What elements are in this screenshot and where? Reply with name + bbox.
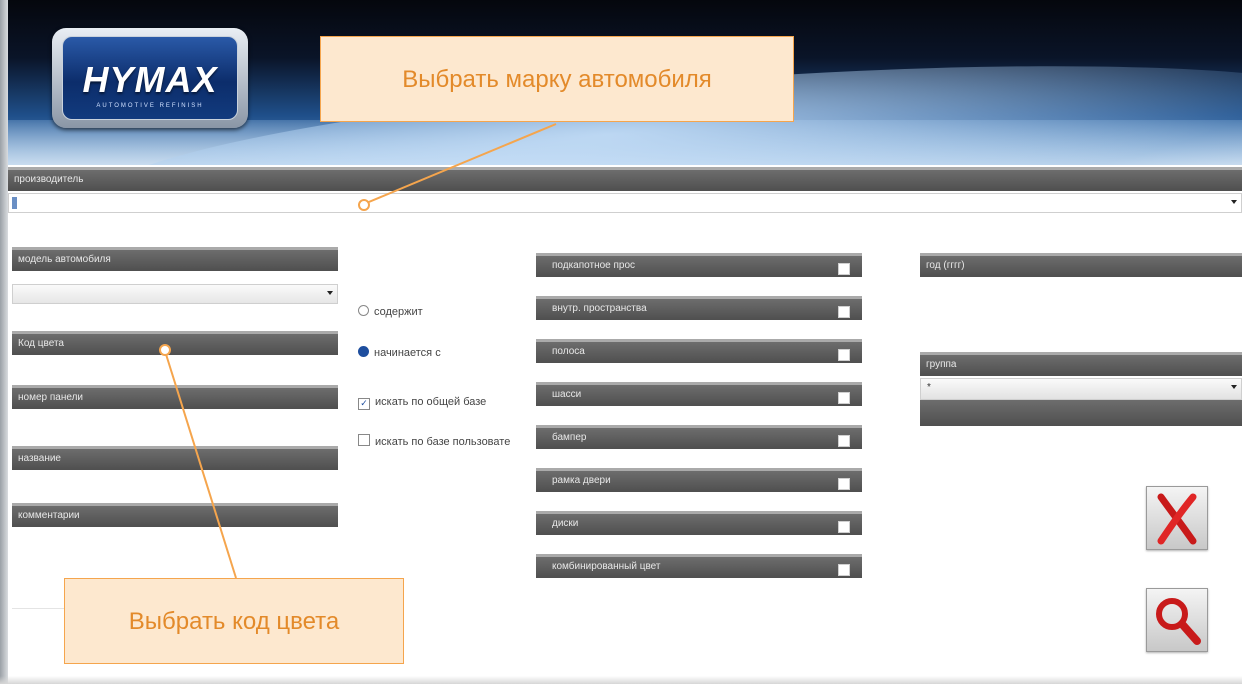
year-label: год (гггг) (926, 260, 965, 271)
color-code-label: Код цвета (18, 338, 64, 349)
chevron-down-icon (327, 291, 333, 295)
group-select[interactable]: * (920, 378, 1242, 400)
feature-row[interactable]: бампер (536, 425, 862, 449)
checkbox-icon (838, 564, 850, 576)
radio-selected-icon (358, 346, 369, 357)
feature-label: комбинированный цвет (552, 561, 661, 572)
logo-text: HYMAX (82, 59, 218, 100)
search-common-checkbox[interactable]: ✓ искать по общей базе (358, 396, 486, 410)
feature-row[interactable]: диски (536, 511, 862, 535)
contains-radio[interactable]: содержит (358, 305, 423, 318)
color-code-input[interactable] (12, 356, 338, 382)
search-button[interactable] (1146, 588, 1208, 652)
checkbox-icon (838, 263, 850, 275)
name-input[interactable] (12, 471, 338, 501)
manufacturer-header: производитель (8, 167, 1242, 191)
checkbox-icon (838, 478, 850, 490)
callout-choose-make: Выбрать марку автомобиля (320, 36, 794, 122)
comments-label: комментарии (18, 510, 80, 521)
close-x-icon (1157, 493, 1197, 545)
name-header: название (12, 446, 338, 470)
group-header: группа (920, 352, 1242, 376)
window-edge (0, 0, 8, 684)
callout-choose-make-text: Выбрать марку автомобиля (402, 66, 712, 93)
starts-with-label: начинается с (374, 347, 441, 359)
color-code-header: Код цвета (12, 331, 338, 355)
checkbox-icon (838, 435, 850, 447)
feature-label: диски (552, 518, 579, 529)
feature-row[interactable]: полоса (536, 339, 862, 363)
search-user-label: искать по базе пользовате (375, 436, 511, 448)
callout-choose-color: Выбрать код цвета (64, 578, 404, 664)
name-label: название (18, 453, 61, 464)
chevron-down-icon (1231, 385, 1237, 389)
logo-badge: HYMAX AUTOMOTIVE REFINISH (62, 36, 238, 120)
model-header: модель автомобиля (12, 247, 338, 271)
group-footer-bar (920, 400, 1242, 426)
panel-number-input[interactable] (12, 410, 338, 444)
search-common-label: искать по общей базе (375, 396, 487, 408)
year-header: год (гггг) (920, 253, 1242, 277)
feature-row[interactable]: рамка двери (536, 468, 862, 492)
feature-row[interactable]: подкапотное прос (536, 253, 862, 277)
feature-label: бампер (552, 432, 587, 443)
feature-row[interactable]: комбинированный цвет (536, 554, 862, 578)
cancel-button[interactable] (1146, 486, 1208, 550)
hymax-logo: HYMAX AUTOMOTIVE REFINISH (52, 28, 248, 128)
radio-icon (358, 305, 369, 316)
panel-number-label: номер панели (18, 392, 84, 403)
comments-header: комментарии (12, 503, 338, 527)
checkbox-icon (838, 392, 850, 404)
checkmark-icon: ✓ (358, 398, 370, 410)
feature-label: рамка двери (552, 475, 611, 486)
group-label: группа (926, 359, 957, 370)
search-user-checkbox[interactable]: искать по базе пользовате (358, 434, 510, 448)
logo-tagline: AUTOMOTIVE REFINISH (96, 103, 204, 109)
year-input[interactable] (920, 284, 1242, 312)
feature-label: полоса (552, 346, 585, 357)
feature-row[interactable]: шасси (536, 382, 862, 406)
checkbox-icon (838, 306, 850, 318)
model-label: модель автомобиля (18, 254, 111, 265)
feature-row[interactable]: внутр. пространства (536, 296, 862, 320)
panel-number-header: номер панели (12, 385, 338, 409)
chevron-down-icon (1231, 200, 1237, 204)
callout-choose-color-text: Выбрать код цвета (128, 608, 340, 635)
text-cursor (12, 197, 17, 209)
magnifier-icon (1156, 598, 1201, 645)
bottom-torn-edge (0, 676, 1242, 684)
contains-label: содержит (374, 306, 423, 318)
manufacturer-select[interactable] (8, 193, 1242, 213)
feature-label: подкапотное прос (552, 260, 636, 271)
starts-with-radio[interactable]: начинается с (358, 346, 441, 359)
app-window: HYMAX AUTOMOTIVE REFINISH производитель … (0, 0, 1242, 684)
checkbox-icon (358, 434, 370, 446)
manufacturer-label: производитель (14, 174, 84, 185)
feature-label: шасси (552, 389, 582, 400)
model-select[interactable] (12, 284, 338, 304)
feature-label: внутр. пространства (552, 303, 647, 314)
group-value: * (927, 382, 931, 393)
checkbox-icon (838, 349, 850, 361)
checkbox-icon (838, 521, 850, 533)
